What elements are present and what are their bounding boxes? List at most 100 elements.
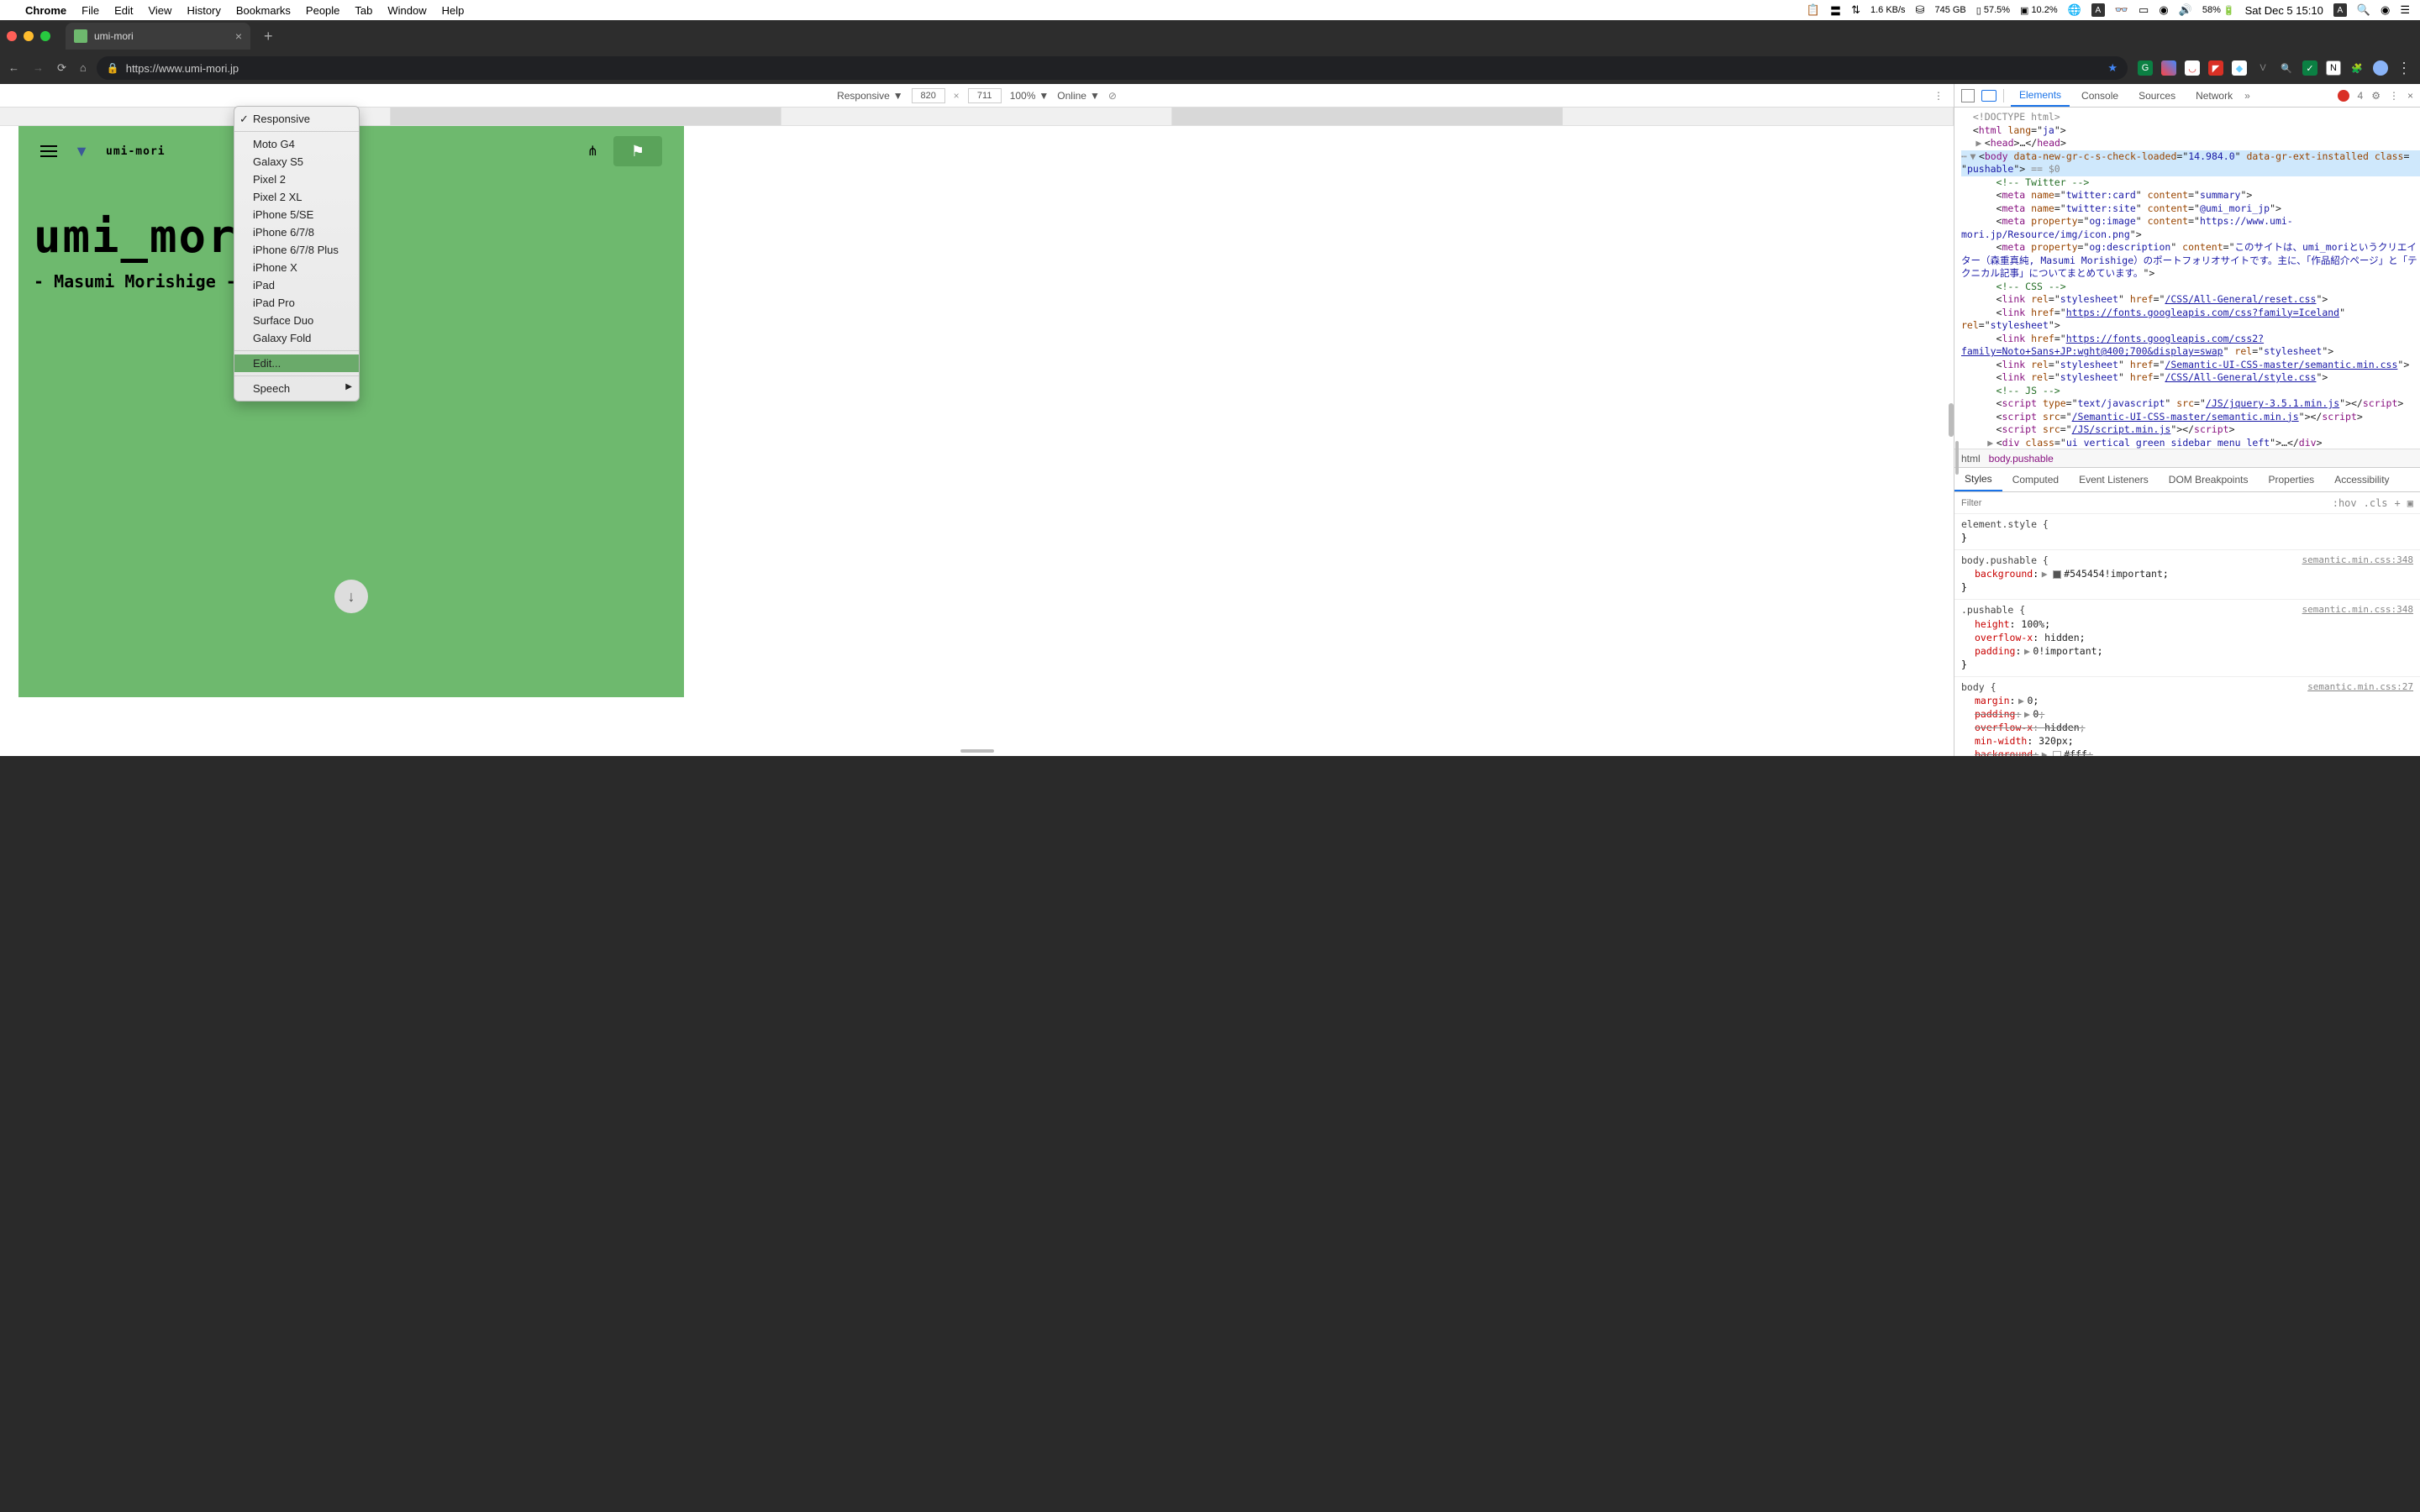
stab-listeners[interactable]: Event Listeners [2069, 468, 2159, 491]
rule-element-style[interactable]: element.style { } [1954, 514, 2420, 550]
browser-tab[interactable]: umi-mori × [66, 23, 250, 50]
extensions-puzzle-icon[interactable]: 🧩 [2349, 60, 2365, 76]
close-window-button[interactable] [7, 31, 17, 41]
globe-icon[interactable]: 🌐 [2068, 3, 2081, 17]
device-width-input[interactable] [912, 88, 945, 103]
resize-handle-bottom[interactable] [960, 749, 994, 753]
stab-computed[interactable]: Computed [2002, 468, 2069, 491]
ext-diamond-icon[interactable]: ◆ [2232, 60, 2247, 76]
clock[interactable]: Sat Dec 5 15:10 [2245, 4, 2323, 17]
tab-close-button[interactable]: × [235, 29, 242, 43]
siri-icon[interactable]: ◉ [2381, 3, 2390, 17]
menu-history[interactable]: History [187, 4, 220, 17]
lock-icon[interactable]: 🔒 [107, 62, 119, 74]
ext-notion-icon[interactable]: N [2326, 60, 2341, 76]
error-badge[interactable] [2338, 90, 2349, 102]
clipboard-icon[interactable]: 📋 [1807, 3, 1820, 17]
ext-v-icon[interactable]: V [2255, 60, 2270, 76]
styles-filter-input[interactable] [1961, 498, 2326, 508]
device-mode-toggle-icon[interactable] [1981, 90, 1996, 102]
dd-device[interactable]: iPhone 6/7/8 Plus [234, 241, 359, 259]
more-tabs-icon[interactable]: » [2244, 90, 2250, 102]
dd-device[interactable]: Surface Duo [234, 312, 359, 329]
reload-button[interactable]: ⟳ [57, 61, 66, 75]
app-name[interactable]: Chrome [25, 4, 66, 17]
scroll-down-button[interactable]: ↓ [334, 580, 368, 613]
resize-handle[interactable] [1955, 441, 1959, 475]
hov-toggle[interactable]: :hov [2333, 497, 2357, 509]
menu-file[interactable]: File [82, 4, 99, 17]
dd-device[interactable]: iPad Pro [234, 294, 359, 312]
share-icon[interactable]: ⋔ [587, 143, 598, 160]
profile-avatar[interactable] [2373, 60, 2388, 76]
tab-sources[interactable]: Sources [2130, 84, 2184, 107]
minimize-window-button[interactable] [24, 31, 34, 41]
rule-pushable[interactable]: semantic.min.css:348 .pushable { height:… [1954, 600, 2420, 676]
disk-icon[interactable]: ⛁ [1916, 3, 1925, 17]
source-link[interactable]: semantic.min.css:348 [2302, 554, 2413, 566]
tab-console[interactable]: Console [2073, 84, 2127, 107]
menu-window[interactable]: Window [387, 4, 426, 17]
ext-grammarly-icon[interactable]: G [2138, 60, 2153, 76]
menu-bookmarks[interactable]: Bookmarks [236, 4, 291, 17]
display-icon[interactable]: ▭ [2139, 3, 2149, 17]
rule-body-pushable[interactable]: semantic.min.css:348 body.pushable { bac… [1954, 550, 2420, 600]
crumb-html[interactable]: html [1961, 453, 1981, 465]
crumb-body[interactable]: body.pushable [1989, 453, 2054, 465]
zoom-dropdown[interactable]: 100% ▼ [1010, 90, 1050, 102]
new-style-button[interactable]: + [2395, 497, 2401, 509]
site-logo-icon[interactable]: ▼ [72, 142, 91, 160]
dom-tree[interactable]: <!DOCTYPE html> <html lang="ja"> ▶<head>… [1954, 108, 2420, 449]
tab-network[interactable]: Network [2187, 84, 2241, 107]
dd-device[interactable]: Galaxy S5 [234, 153, 359, 171]
maximize-window-button[interactable] [40, 31, 50, 41]
menu-people[interactable]: People [306, 4, 339, 17]
settings-gear-icon[interactable]: ⚙ [2371, 90, 2381, 102]
glasses-icon[interactable]: 👓 [2115, 3, 2128, 17]
input-a-icon[interactable]: A [2333, 3, 2347, 17]
rule-body[interactable]: semantic.min.css:27 body { margin:▶0; pa… [1954, 677, 2420, 756]
dd-device[interactable]: Pixel 2 [234, 171, 359, 188]
devtools-close-icon[interactable]: × [2407, 90, 2413, 102]
stab-properties[interactable]: Properties [2258, 468, 2324, 491]
spotlight-icon[interactable]: 🔍 [2357, 3, 2370, 17]
menu-help[interactable]: Help [442, 4, 465, 17]
ext-red-icon[interactable]: ◤ [2208, 60, 2223, 76]
throttle-dropdown[interactable]: Online ▼ [1057, 90, 1100, 102]
source-link[interactable]: semantic.min.css:348 [2302, 603, 2413, 616]
new-tab-button[interactable]: + [257, 28, 280, 45]
wifi-stat-icon[interactable]: ⇅ [1851, 3, 1860, 17]
flag-button[interactable]: ⚑ [613, 136, 662, 166]
dom-breadcrumb[interactable]: html body.pushable [1954, 449, 2420, 467]
control-center-icon[interactable]: ☰ [2400, 3, 2410, 17]
ext-pocket-icon[interactable]: ◡ [2185, 60, 2200, 76]
ext-search-icon[interactable]: 🔍 [2279, 60, 2294, 76]
ext-color-icon[interactable] [2161, 60, 2176, 76]
device-toolbar-more-button[interactable]: ⋮ [1933, 90, 1944, 102]
styles-body[interactable]: element.style { } semantic.min.css:348 b… [1954, 514, 2420, 756]
bookmark-star-icon[interactable]: ★ [2107, 61, 2118, 75]
rotate-icon[interactable]: ⊘ [1108, 90, 1117, 102]
hash-icon[interactable]: 〓 [1830, 3, 1841, 18]
chrome-menu-button[interactable]: ⋮ [2396, 60, 2412, 77]
tab-elements[interactable]: Elements [2011, 84, 2070, 107]
stab-breakpoints[interactable]: DOM Breakpoints [2159, 468, 2259, 491]
dd-device[interactable]: iPhone 6/7/8 [234, 223, 359, 241]
dd-device[interactable]: Moto G4 [234, 135, 359, 153]
panel-splitter[interactable] [1949, 403, 1954, 437]
a-icon[interactable]: A [2091, 3, 2105, 17]
dd-speech[interactable]: Speech [234, 380, 359, 397]
source-link[interactable]: semantic.min.css:27 [2307, 680, 2413, 693]
back-button[interactable]: ← [8, 61, 19, 75]
menu-tab[interactable]: Tab [355, 4, 372, 17]
home-button[interactable]: ⌂ [80, 61, 87, 75]
forward-button[interactable]: → [33, 61, 44, 75]
dd-device[interactable]: Galaxy Fold [234, 329, 359, 347]
address-bar[interactable]: 🔒 https://www.umi-mori.jp ★ [97, 56, 2128, 80]
dd-device[interactable]: iPhone X [234, 259, 359, 276]
dd-device[interactable]: iPhone 5/SE [234, 206, 359, 223]
cls-toggle[interactable]: .cls [2364, 497, 2388, 509]
device-mode-dropdown[interactable]: Responsive ▼ [837, 90, 903, 102]
dd-responsive[interactable]: Responsive [234, 110, 359, 128]
element-picker-icon[interactable] [1961, 89, 1975, 102]
